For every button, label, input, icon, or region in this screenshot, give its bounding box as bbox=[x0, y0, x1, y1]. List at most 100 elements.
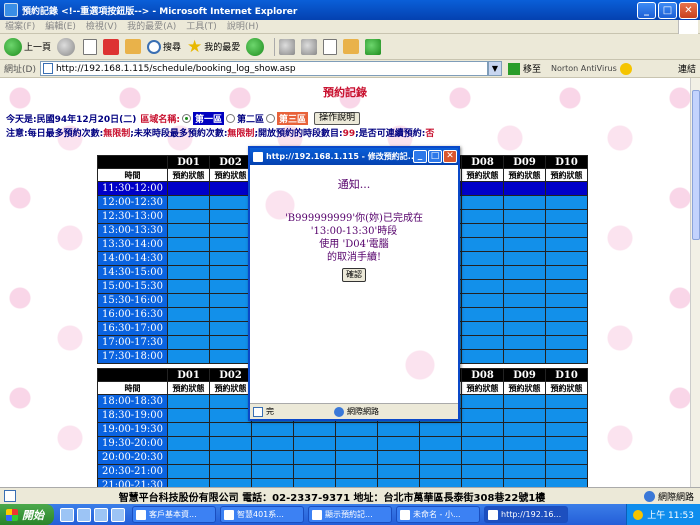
app-quicklaunch-icon[interactable] bbox=[111, 507, 125, 522]
time-slot[interactable]: 11:30-12:00 bbox=[97, 181, 168, 196]
slot-cell[interactable] bbox=[461, 307, 504, 322]
links-button[interactable]: 連結 bbox=[678, 62, 696, 75]
slot-cell[interactable] bbox=[545, 223, 588, 238]
slot-cell[interactable] bbox=[209, 349, 252, 364]
slot-cell[interactable] bbox=[251, 450, 294, 465]
slot-cell[interactable] bbox=[167, 307, 210, 322]
slot-cell[interactable] bbox=[167, 251, 210, 266]
slot-cell[interactable] bbox=[209, 450, 252, 465]
time-slot[interactable]: 12:30-13:00 bbox=[97, 209, 168, 224]
taskbar-item-system[interactable]: 智慧401系... bbox=[220, 506, 304, 523]
slot-cell[interactable] bbox=[377, 422, 420, 437]
time-slot[interactable]: 17:00-17:30 bbox=[97, 335, 168, 350]
slot-cell[interactable] bbox=[545, 436, 588, 451]
slot-cell[interactable] bbox=[209, 478, 252, 487]
slot-cell[interactable] bbox=[545, 464, 588, 479]
slot-cell[interactable] bbox=[167, 279, 210, 294]
slot-cell[interactable] bbox=[209, 321, 252, 336]
window-titlebar[interactable]: 預約記錄 <!--重選項按鈕版--> - Microsoft Internet … bbox=[0, 0, 700, 20]
norton-toolbar[interactable]: Norton AntiVirus bbox=[551, 62, 635, 75]
slot-cell[interactable] bbox=[461, 450, 504, 465]
slot-cell[interactable] bbox=[209, 265, 252, 280]
slot-cell[interactable] bbox=[377, 450, 420, 465]
slot-cell[interactable] bbox=[461, 195, 504, 210]
popup-titlebar[interactable]: http://192.168.1.115 - 修改預約記... _ □ ✕ bbox=[250, 148, 458, 165]
zone3-label[interactable]: 第三區 bbox=[277, 112, 309, 125]
slot-cell[interactable] bbox=[209, 335, 252, 350]
close-button[interactable]: ✕ bbox=[679, 1, 698, 19]
slot-cell[interactable] bbox=[251, 422, 294, 437]
time-slot[interactable]: 15:00-15:30 bbox=[97, 279, 168, 294]
menu-help[interactable]: 說明(H) bbox=[222, 20, 264, 33]
time-slot[interactable]: 17:30-18:00 bbox=[97, 349, 168, 364]
menu-file[interactable]: 檔案(F) bbox=[0, 20, 40, 33]
slot-cell[interactable] bbox=[335, 422, 378, 437]
slot-cell[interactable] bbox=[167, 408, 210, 423]
slot-cell[interactable] bbox=[209, 394, 252, 409]
slot-cell[interactable] bbox=[461, 181, 504, 196]
slot-cell[interactable] bbox=[167, 450, 210, 465]
time-slot[interactable]: 18:00-18:30 bbox=[97, 394, 168, 409]
history-icon[interactable] bbox=[246, 37, 265, 56]
time-slot[interactable]: 16:30-17:00 bbox=[97, 321, 168, 336]
slot-cell[interactable] bbox=[503, 349, 546, 364]
print-icon[interactable] bbox=[301, 38, 318, 55]
address-dropdown[interactable]: ▼ bbox=[487, 61, 502, 76]
slot-cell[interactable] bbox=[209, 436, 252, 451]
ok-button[interactable]: 確認 bbox=[342, 268, 366, 282]
slot-cell[interactable] bbox=[167, 422, 210, 437]
slot-cell[interactable] bbox=[167, 237, 210, 252]
slot-cell[interactable] bbox=[419, 422, 462, 437]
vertical-scrollbar[interactable] bbox=[690, 78, 700, 487]
slot-cell[interactable] bbox=[293, 422, 336, 437]
popup-minimize-button[interactable]: _ bbox=[413, 150, 427, 163]
popup-close-button[interactable]: ✕ bbox=[443, 150, 457, 163]
slot-cell[interactable] bbox=[545, 349, 588, 364]
minimize-button[interactable]: _ bbox=[637, 1, 656, 19]
slot-cell[interactable] bbox=[251, 436, 294, 451]
folder-icon[interactable] bbox=[343, 39, 360, 54]
slot-cell[interactable] bbox=[335, 478, 378, 487]
messenger-icon[interactable] bbox=[365, 38, 382, 55]
slot-cell[interactable] bbox=[167, 464, 210, 479]
time-slot[interactable]: 14:00-14:30 bbox=[97, 251, 168, 266]
slot-cell[interactable] bbox=[167, 181, 210, 196]
slot-cell[interactable] bbox=[461, 293, 504, 308]
slot-cell[interactable] bbox=[293, 478, 336, 487]
slot-cell[interactable] bbox=[209, 422, 252, 437]
help-button[interactable]: 操作說明 bbox=[314, 112, 361, 125]
slot-cell[interactable] bbox=[461, 335, 504, 350]
slot-cell[interactable] bbox=[461, 223, 504, 238]
slot-cell[interactable] bbox=[503, 464, 546, 479]
slot-cell[interactable] bbox=[209, 181, 252, 196]
slot-cell[interactable] bbox=[377, 464, 420, 479]
slot-cell[interactable] bbox=[503, 251, 546, 266]
taskbar-item-customer[interactable]: 客戶基本資... bbox=[132, 506, 216, 523]
slot-cell[interactable] bbox=[545, 394, 588, 409]
taskbar-item-booking[interactable]: 顯示預約記... bbox=[308, 506, 392, 523]
slot-cell[interactable] bbox=[545, 279, 588, 294]
page-icon[interactable] bbox=[83, 38, 98, 55]
slot-cell[interactable] bbox=[209, 209, 252, 224]
slot-cell[interactable] bbox=[167, 293, 210, 308]
slot-cell[interactable] bbox=[167, 209, 210, 224]
slot-cell[interactable] bbox=[461, 436, 504, 451]
slot-cell[interactable] bbox=[545, 335, 588, 350]
slot-cell[interactable] bbox=[461, 478, 504, 487]
address-input[interactable]: http://192.168.1.115/schedule/booking_lo… bbox=[39, 61, 488, 76]
time-slot[interactable]: 13:30-14:00 bbox=[97, 237, 168, 252]
time-slot[interactable]: 20:00-20:30 bbox=[97, 450, 168, 465]
zone1-label[interactable]: 第一區 bbox=[193, 112, 225, 125]
time-slot[interactable]: 19:00-19:30 bbox=[97, 422, 168, 437]
slot-cell[interactable] bbox=[167, 436, 210, 451]
stop-icon[interactable] bbox=[103, 38, 120, 55]
time-slot[interactable]: 19:30-20:00 bbox=[97, 436, 168, 451]
slot-cell[interactable] bbox=[167, 223, 210, 238]
desktop-quicklaunch-icon[interactable] bbox=[77, 507, 91, 522]
slot-cell[interactable] bbox=[545, 321, 588, 336]
slot-cell[interactable] bbox=[461, 265, 504, 280]
slot-cell[interactable] bbox=[209, 408, 252, 423]
slot-cell[interactable] bbox=[503, 422, 546, 437]
taskbar-item-notepad[interactable]: 未命名 - 小... bbox=[396, 506, 480, 523]
slot-cell[interactable] bbox=[503, 450, 546, 465]
